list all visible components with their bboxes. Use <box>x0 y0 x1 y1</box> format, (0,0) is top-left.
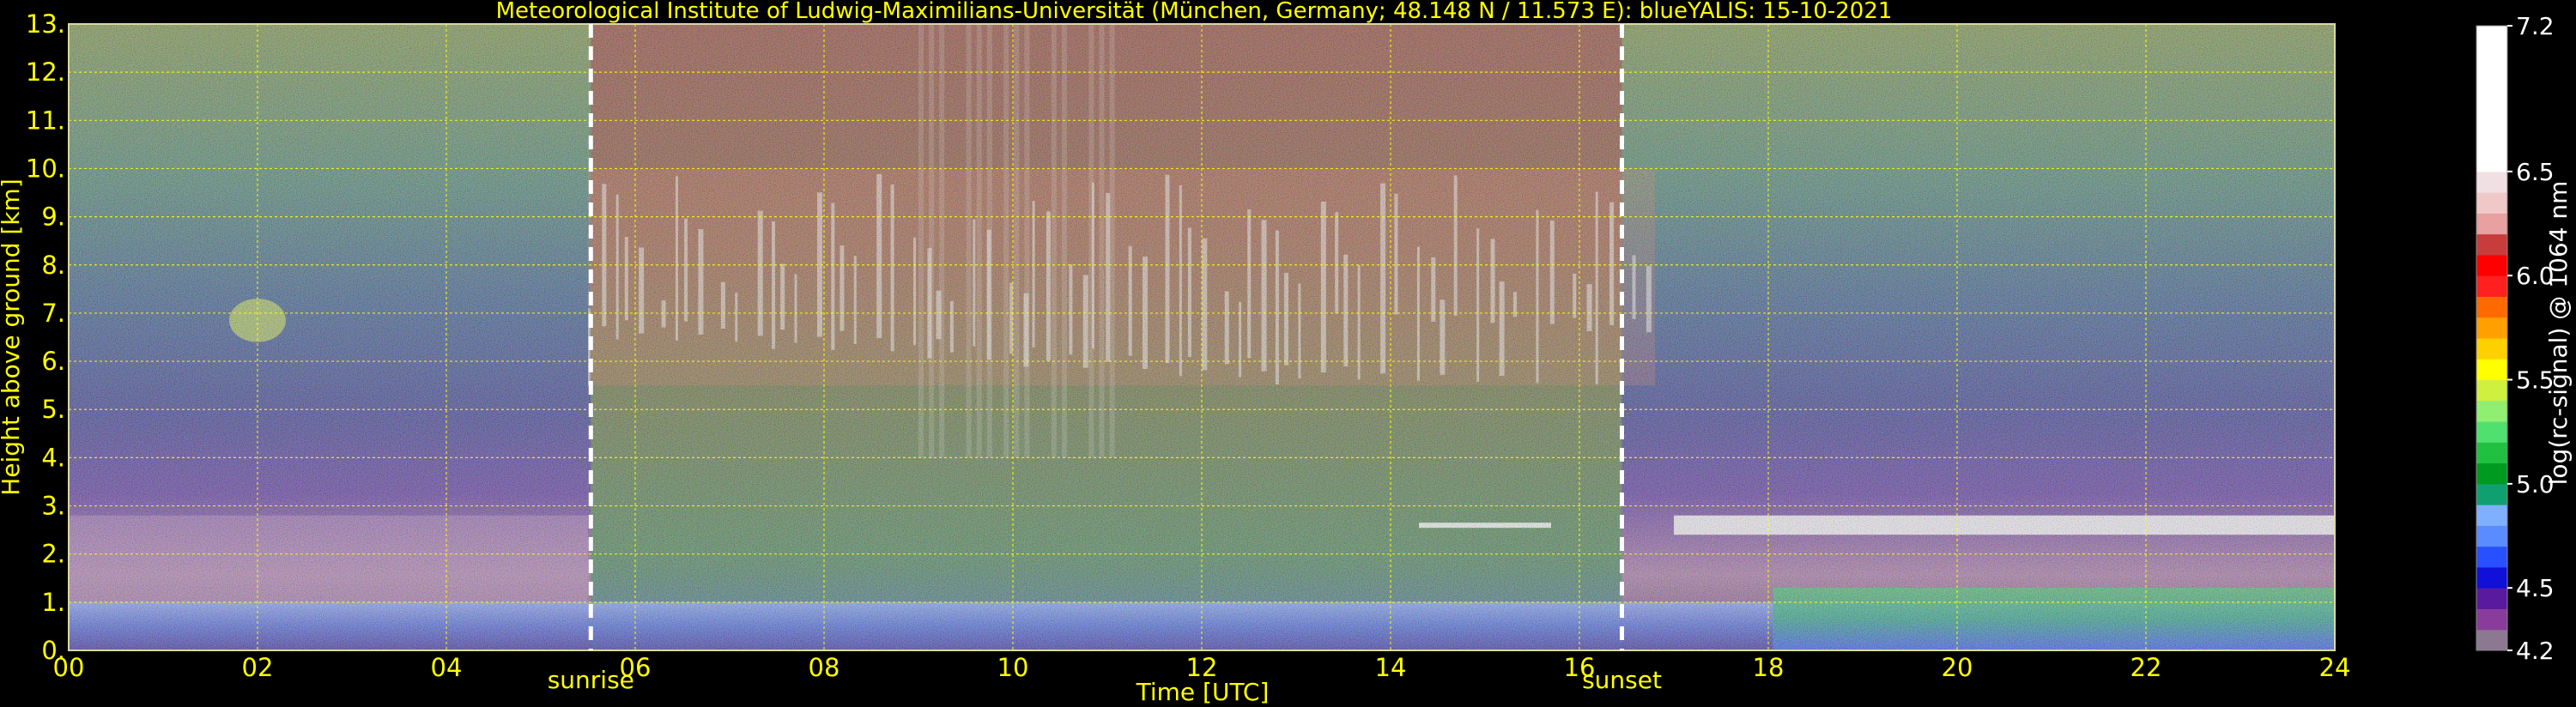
x-tick-label: 08 <box>809 653 840 682</box>
y-tick-label: 7. <box>41 299 65 328</box>
x-tick-label: 06 <box>620 653 652 682</box>
colorbar-segment <box>2476 233 2507 256</box>
x-tick-label: 14 <box>1375 653 1407 682</box>
x-axis-label: Time [UTC] <box>1136 678 1270 706</box>
colorbar-segment <box>2476 338 2507 360</box>
x-tick-label: 02 <box>242 653 274 682</box>
y-tick-label: 2. <box>41 540 65 569</box>
colorbar-segment <box>2476 608 2507 631</box>
colorbar: 4.24.55.05.56.06.57.2 <box>2476 12 2555 665</box>
colorbar-segment <box>2476 400 2507 422</box>
x-tick-label: 20 <box>1942 653 1973 682</box>
x-tick-label: 10 <box>997 653 1029 682</box>
colorbar-segment <box>2476 317 2507 339</box>
y-tick-label: 6. <box>41 347 65 376</box>
colorbar-segment <box>2476 629 2507 651</box>
colorbar-segment <box>2476 379 2507 402</box>
colorbar-segment <box>2476 296 2507 318</box>
colorbar-segment <box>2476 588 2507 609</box>
x-tick-label: 04 <box>431 653 463 682</box>
colorbar-segment <box>2476 546 2507 568</box>
colorbar-segment <box>2476 359 2507 381</box>
x-tick-label: 18 <box>1753 653 1785 682</box>
colorbar-segment <box>2476 213 2507 235</box>
colorbar-segment <box>2476 171 2507 193</box>
y-tick-label: 9. <box>41 202 65 232</box>
colorbar-segment <box>2476 192 2507 214</box>
x-tick-label: 16 <box>1564 653 1596 682</box>
y-tick-label: 12. <box>26 57 65 87</box>
colorbar-segment <box>2476 525 2507 547</box>
y-tick-label: 13. <box>26 9 65 39</box>
y-tick-label: 11. <box>26 106 65 135</box>
lidar-chart: sunrise sunset00 02 04 06 08 10 12 14 16 18 20 22 240… <box>0 0 2573 706</box>
colorbar-segment <box>2476 421 2507 443</box>
y-tick-label: 8. <box>41 251 65 280</box>
colorbar-tick-label: 4.2 <box>2516 637 2555 665</box>
y-tick-label: 5. <box>41 395 65 424</box>
colorbar-segment <box>2476 566 2507 589</box>
y-tick-label: 3. <box>41 492 65 521</box>
colorbar-label: log(rc-signal) @ 1064 nm <box>2544 181 2573 486</box>
x-tick-label: 22 <box>2131 653 2162 682</box>
chart-title: Meteorological Institute of Ludwig-Maxim… <box>496 0 1893 24</box>
y-tick-label: 10. <box>26 154 65 183</box>
y-axis-label: Height above ground [km] <box>0 178 25 496</box>
colorbar-segment <box>2476 26 2507 172</box>
colorbar-segment <box>2476 505 2507 526</box>
y-tick-label: 1. <box>41 588 65 617</box>
colorbar-segment <box>2476 275 2507 297</box>
colorbar-tick-label: 4.5 <box>2516 574 2555 602</box>
colorbar-segment <box>2476 442 2507 464</box>
colorbar-tick-label: 7.2 <box>2516 12 2555 40</box>
colorbar-segment <box>2476 462 2507 485</box>
colorbar-segment <box>2476 483 2507 505</box>
y-tick-label: 4. <box>41 443 65 472</box>
colorbar-segment <box>2476 254 2507 276</box>
y-tick-label: 0. <box>41 636 65 665</box>
x-tick-label: 24 <box>2319 653 2351 682</box>
